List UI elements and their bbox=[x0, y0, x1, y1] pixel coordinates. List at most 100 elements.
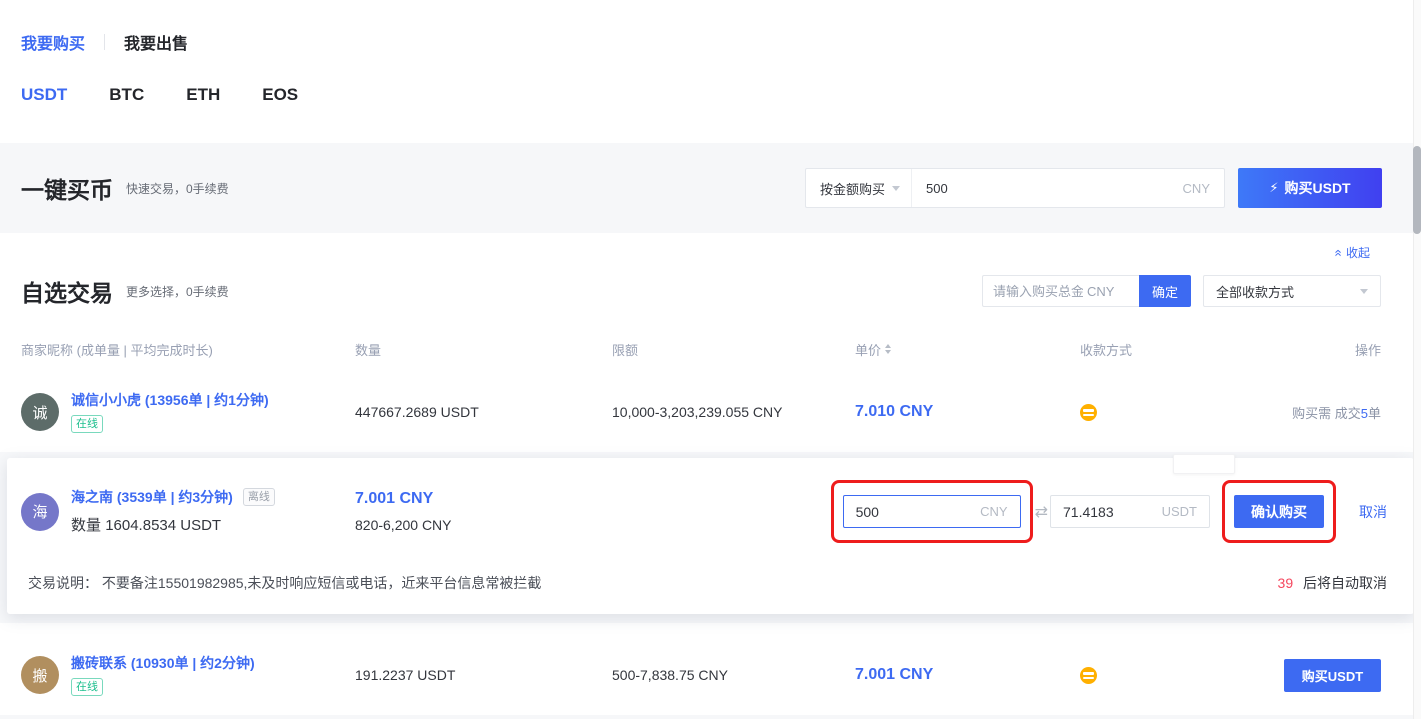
merchant-cell: 搬 搬砖联系 (10930单 | 约2分钟) 在线 bbox=[21, 654, 355, 696]
lightning-icon: ⚡ bbox=[1269, 180, 1278, 196]
sort-asc-icon bbox=[885, 344, 891, 348]
action-cell: 购买USDT bbox=[1284, 659, 1381, 692]
market-header: 自选交易 更多选择，0手续费 CNY 确定 全部收款方式 bbox=[0, 233, 1421, 308]
trade-note: 交易说明： 不要备注15501982985,未及时响应短信或电话，近来平台信息常… bbox=[28, 573, 541, 593]
annotation-box-confirm: 确认购买 bbox=[1222, 480, 1336, 543]
quantity-value: 447667.2689 USDT bbox=[355, 404, 612, 420]
top-nav: 我要购买 我要出售 USDT BTC ETH EOS bbox=[0, 0, 1421, 143]
action-suffix: 单 bbox=[1368, 406, 1381, 421]
trade-note-row: 交易说明： 不要备注15501982985,未及时响应短信或电话，近来平台信息常… bbox=[7, 549, 1414, 614]
buy-mode-label: 按金额购买 bbox=[820, 179, 885, 198]
merchant-name-link[interactable]: 诚信小小虎 (13956单 | 约1分钟) bbox=[71, 391, 269, 409]
countdown-seconds: 39 bbox=[1278, 575, 1294, 591]
quick-buy-button[interactable]: ⚡ 购买USDT bbox=[1238, 168, 1382, 208]
quick-buy-amount-control: 按金额购买 CNY bbox=[805, 168, 1225, 208]
pay-amount-input[interactable] bbox=[856, 504, 973, 520]
sort-desc-icon bbox=[885, 350, 891, 354]
col-price: 单价 bbox=[855, 340, 1080, 359]
receive-amount-input[interactable] bbox=[1063, 504, 1154, 520]
quick-buy-amount-input[interactable] bbox=[926, 181, 1175, 196]
limit-value: 500-7,838.75 CNY bbox=[612, 667, 855, 683]
tab-divider bbox=[104, 34, 105, 50]
market-section: « 收起 自选交易 更多选择，0手续费 CNY 确定 全部收款方式 商家昵称 (… bbox=[0, 233, 1421, 715]
bank-card-icon bbox=[1080, 667, 1097, 684]
price-cell: 7.001 CNY 820-6,200 CNY bbox=[355, 490, 612, 533]
quick-buy-section: 一键买币 快速交易，0手续费 按金额购买 CNY ⚡ 购买USDT bbox=[0, 143, 1421, 233]
scrollbar-track[interactable] bbox=[1413, 0, 1421, 719]
annotation-box-pay-amount: CNY bbox=[831, 480, 1033, 543]
caret-down-icon bbox=[1360, 289, 1368, 294]
col-merchant: 商家昵称 (成单量 | 平均完成时长) bbox=[21, 340, 355, 359]
cancel-link[interactable]: 取消 bbox=[1359, 502, 1387, 522]
price-value: 7.001 CNY bbox=[855, 666, 1080, 684]
table-row: 诚 诚信小小虎 (13956单 | 约1分钟) 在线 447667.2689 U… bbox=[0, 372, 1421, 452]
payment-method-select[interactable]: 全部收款方式 bbox=[1203, 275, 1381, 307]
expanded-row-backdrop: 海 海之南 (3539单 | 约3分钟)离线 数量 1604.8534 USDT… bbox=[0, 452, 1421, 623]
quantity-value: 1604.8534 USDT bbox=[105, 517, 221, 534]
col-limit: 限额 bbox=[612, 340, 855, 359]
quick-buy-amount-unit: CNY bbox=[1183, 181, 1210, 196]
pay-amount-field-wrap: CNY bbox=[843, 495, 1021, 528]
buy-usdt-button[interactable]: 购买USDT bbox=[1284, 659, 1381, 692]
col-quantity: 数量 bbox=[355, 340, 612, 359]
coin-tab-eth[interactable]: ETH bbox=[186, 85, 220, 105]
action-requirement: 购买需 成交5单 bbox=[1292, 403, 1381, 422]
table-row: 搬 搬砖联系 (10930单 | 约2分钟) 在线 191.2237 USDT … bbox=[0, 635, 1421, 715]
col-price-label: 单价 bbox=[855, 340, 881, 359]
quick-buy-subtitle: 快速交易，0手续费 bbox=[126, 180, 229, 197]
tab-buy[interactable]: 我要购买 bbox=[21, 30, 85, 54]
quick-buy-button-label: 购买USDT bbox=[1285, 178, 1351, 198]
avatar[interactable]: 诚 bbox=[21, 393, 59, 431]
collapse-label: 收起 bbox=[1346, 244, 1370, 261]
scrollbar-thumb[interactable] bbox=[1413, 146, 1421, 234]
tooltip-artifact bbox=[1173, 454, 1235, 474]
bottom-band bbox=[0, 715, 1421, 719]
receive-amount-unit: USDT bbox=[1162, 504, 1197, 519]
action-count: 5 bbox=[1361, 406, 1368, 421]
confirm-buy-button[interactable]: 确认购买 bbox=[1234, 495, 1324, 528]
avatar[interactable]: 搬 bbox=[21, 656, 59, 694]
coin-tab-eos[interactable]: EOS bbox=[262, 85, 298, 105]
table-header: 商家昵称 (成单量 | 平均完成时长) 数量 限额 单价 收款方式 操作 bbox=[0, 326, 1421, 372]
status-badge: 在线 bbox=[71, 678, 103, 696]
expanded-order-card: 海 海之南 (3539单 | 约3分钟)离线 数量 1604.8534 USDT… bbox=[7, 458, 1414, 614]
trade-direction-tabs: 我要购买 我要出售 bbox=[21, 30, 1421, 54]
total-amount-filter-input[interactable] bbox=[993, 284, 1083, 299]
trade-note-label: 交易说明： bbox=[28, 575, 98, 591]
total-amount-filter-wrap: CNY bbox=[982, 275, 1139, 307]
sort-icon[interactable] bbox=[885, 344, 891, 354]
buy-mode-select[interactable]: 按金额购买 bbox=[806, 169, 912, 207]
col-action: 操作 bbox=[1355, 340, 1381, 359]
order-controls: CNY ⇄ USDT 确认购买 取消 bbox=[831, 480, 1387, 543]
avatar[interactable]: 海 bbox=[21, 493, 59, 531]
bank-card-icon bbox=[1080, 404, 1097, 421]
coin-tab-btc[interactable]: BTC bbox=[109, 85, 144, 105]
price-value: 7.001 CNY bbox=[355, 490, 612, 508]
limit-value: 820-6,200 CNY bbox=[355, 517, 612, 533]
market-title: 自选交易 bbox=[21, 274, 113, 308]
payment-method-label: 全部收款方式 bbox=[1216, 282, 1294, 301]
collapse-chevrons-icon: « bbox=[1333, 249, 1343, 256]
market-filters: CNY 确定 全部收款方式 bbox=[982, 275, 1381, 307]
receive-amount-field-wrap: USDT bbox=[1050, 495, 1210, 528]
status-badge: 在线 bbox=[71, 415, 103, 433]
pay-amount-unit: CNY bbox=[980, 504, 1007, 519]
quick-buy-title: 一键买币 bbox=[21, 171, 113, 205]
merchant-cell: 诚 诚信小小虎 (13956单 | 约1分钟) 在线 bbox=[21, 391, 355, 433]
total-amount-filter-unit: CNY bbox=[1087, 284, 1114, 299]
filter-confirm-button[interactable]: 确定 bbox=[1139, 275, 1191, 307]
merchant-cell: 海 海之南 (3539单 | 约3分钟)离线 数量 1604.8534 USDT bbox=[21, 488, 355, 535]
price-value: 7.010 CNY bbox=[855, 403, 1080, 421]
swap-icon[interactable]: ⇄ bbox=[1035, 502, 1048, 522]
collapse-link[interactable]: « 收起 bbox=[1329, 242, 1376, 263]
merchant-name-link[interactable]: 搬砖联系 (10930单 | 约2分钟) bbox=[71, 654, 255, 672]
action-prefix: 购买需 成交 bbox=[1292, 406, 1361, 421]
caret-down-icon bbox=[892, 186, 900, 191]
quantity-value: 191.2237 USDT bbox=[355, 667, 612, 683]
tab-sell[interactable]: 我要出售 bbox=[124, 30, 188, 54]
merchant-name-link[interactable]: 海之南 (3539单 | 约3分钟) bbox=[71, 489, 233, 505]
coin-tabs: USDT BTC ETH EOS bbox=[21, 85, 1421, 105]
quick-buy-amount-wrap: CNY bbox=[912, 169, 1224, 207]
limit-value: 10,000-3,203,239.055 CNY bbox=[612, 404, 855, 420]
coin-tab-usdt[interactable]: USDT bbox=[21, 85, 67, 105]
